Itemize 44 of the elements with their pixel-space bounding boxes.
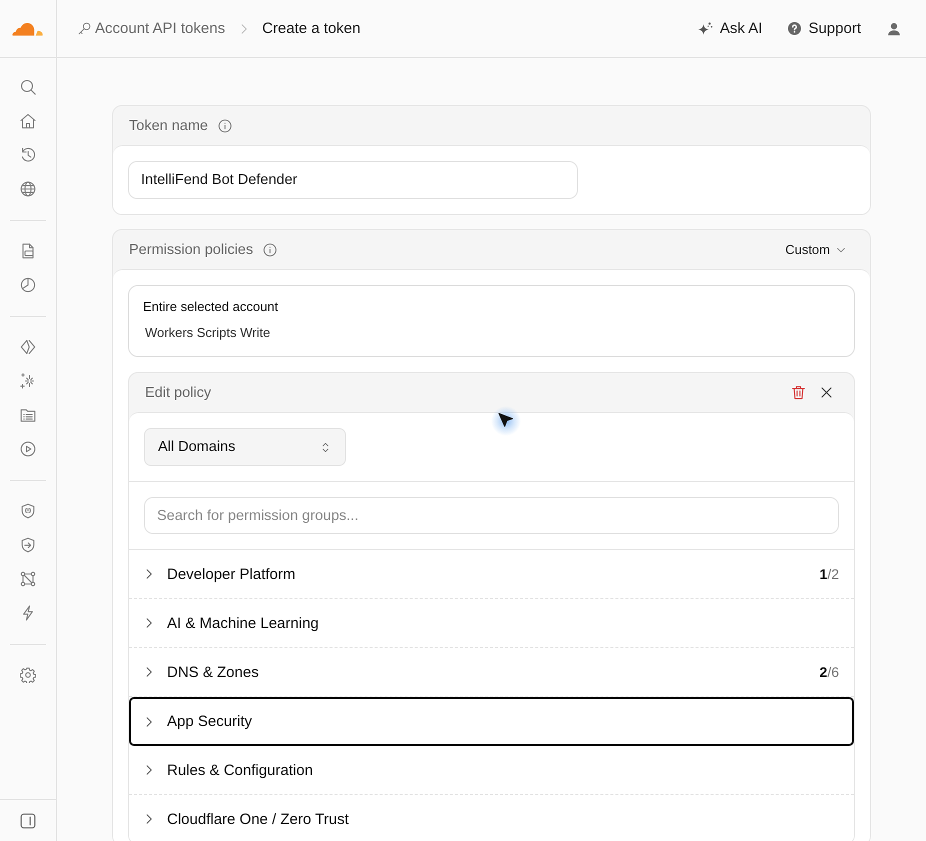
- lightning-icon[interactable]: [20, 605, 36, 621]
- settings-icon[interactable]: [20, 667, 36, 683]
- folder-icon[interactable]: [20, 407, 36, 423]
- card-title: Permission policies: [129, 242, 254, 258]
- pie-chart-icon[interactable]: [20, 277, 36, 293]
- shield-icon[interactable]: [20, 503, 36, 519]
- mouse-cursor-icon: [491, 406, 521, 436]
- card-title: Token name: [129, 118, 208, 134]
- history-icon[interactable]: [20, 147, 36, 163]
- policy-mode-dropdown[interactable]: Custom: [777, 238, 854, 261]
- user-icon[interactable]: [887, 22, 901, 36]
- sidebar-toggle-icon[interactable]: [20, 812, 36, 828]
- scope-select[interactable]: All Domains: [144, 428, 346, 466]
- network-icon[interactable]: [20, 571, 36, 587]
- key-icon: [78, 22, 91, 35]
- info-icon[interactable]: [263, 242, 278, 256]
- permission-count: 1/2: [820, 566, 839, 582]
- permission-group-row[interactable]: App Security: [129, 697, 854, 746]
- sparkle-icon: [696, 20, 713, 36]
- policy-permission: Workers Scripts Write: [145, 325, 272, 341]
- help-icon: [788, 22, 802, 35]
- permission-count: 2/6: [820, 664, 839, 680]
- play-icon[interactable]: [20, 441, 36, 457]
- angle-brackets-icon[interactable]: [20, 339, 36, 355]
- trash-icon[interactable]: [791, 385, 806, 400]
- support-button[interactable]: Support: [788, 20, 861, 37]
- policy-summary[interactable]: Entire selected account Workers Scripts Write: [128, 285, 855, 357]
- breadcrumb-current: Create a token: [262, 20, 360, 37]
- token-name-input[interactable]: IntelliFend Bot Defender: [128, 161, 578, 199]
- info-icon[interactable]: [218, 118, 232, 132]
- shield-arrow-icon[interactable]: [20, 537, 36, 553]
- globe-icon[interactable]: [20, 181, 36, 197]
- up-down-chevron-icon: [320, 440, 331, 454]
- breadcrumb-link[interactable]: Account API tokens: [78, 20, 226, 37]
- file-icon[interactable]: [20, 243, 36, 259]
- search-icon[interactable]: [20, 79, 36, 95]
- policy-scope: Entire selected account: [143, 299, 280, 315]
- close-icon[interactable]: [820, 386, 833, 399]
- cloud-logo[interactable]: [12, 22, 42, 36]
- ask-ai-button[interactable]: Ask AI: [696, 20, 762, 37]
- panel-title: Edit policy: [145, 384, 212, 400]
- sparkle-icon[interactable]: [20, 373, 36, 389]
- search-field[interactable]: Search for permission groups...: [144, 497, 839, 534]
- home-icon[interactable]: [20, 113, 36, 129]
